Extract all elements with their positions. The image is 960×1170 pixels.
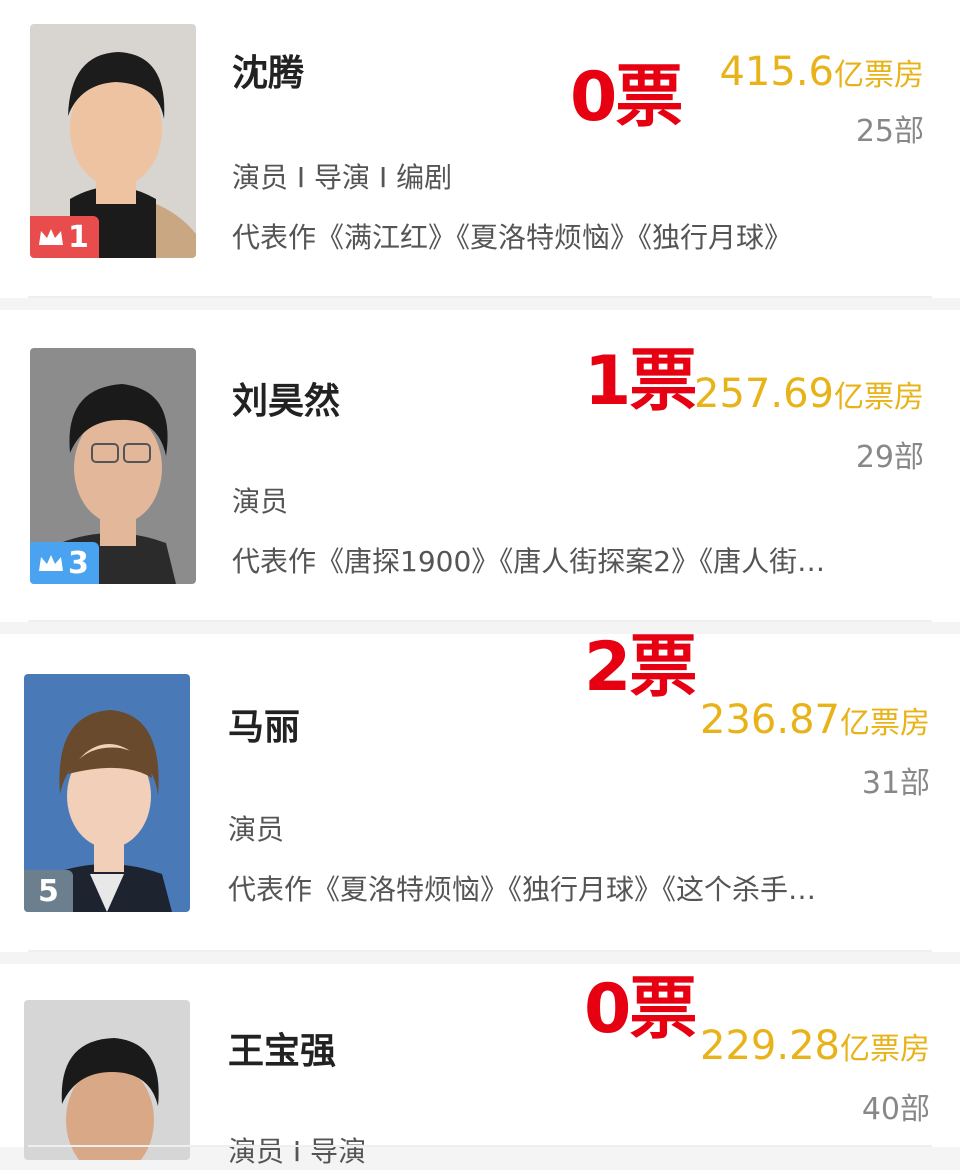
rank-number: 3	[68, 545, 89, 581]
film-count: 40部	[861, 1092, 930, 1127]
box-office-value: 257.69	[694, 371, 834, 417]
box-office-unit: 亿票房	[834, 380, 924, 415]
rank-number: 5	[38, 873, 59, 909]
vote-count: 1票	[584, 342, 697, 421]
actor-name: 刘昊然	[232, 381, 341, 422]
rank-badge: 3	[30, 542, 99, 584]
actor-photo	[24, 1000, 190, 1160]
crown-icon	[39, 555, 63, 571]
actor-roles: 演员 I 导演	[228, 1135, 367, 1168]
actor-roles: 演员	[228, 813, 285, 846]
actor-roles: 演员	[232, 485, 289, 518]
actor-card[interactable]: 1 沈腾 0票 415.6亿票房 25部 演员 I 导演 I 编剧 代表作《满江…	[0, 0, 960, 298]
vote-count: 0票	[570, 58, 683, 137]
rank-badge: 1	[30, 216, 99, 258]
representative-works: 代表作《夏洛特烦恼》《独行月球》《这个杀手…	[228, 873, 817, 906]
box-office-unit: 亿票房	[840, 1032, 930, 1067]
vote-count: 0票	[584, 970, 697, 1049]
actor-name: 沈腾	[232, 53, 305, 94]
film-count: 29部	[855, 440, 924, 475]
representative-works: 代表作《满江红》《夏洛特烦恼》《独行月球》	[232, 221, 793, 254]
box-office: 415.6亿票房	[719, 52, 924, 92]
box-office: 236.87亿票房	[700, 700, 930, 740]
actor-card[interactable]: 3 刘昊然 1票 257.69亿票房 29部 演员 代表作《唐探1900》《唐人…	[0, 310, 960, 622]
actor-photo: 3	[30, 348, 196, 584]
actor-card[interactable]: 王宝强 0票 229.28亿票房 40部 演员 I 导演	[0, 964, 960, 1168]
rank-badge: 5	[24, 870, 73, 912]
rank-number: 1	[68, 219, 89, 255]
crown-icon	[39, 229, 63, 245]
film-count: 25部	[855, 114, 924, 149]
box-office-value: 236.87	[700, 697, 840, 743]
box-office-value: 415.6	[719, 49, 834, 95]
actor-photo: 5	[24, 674, 190, 912]
actor-photo: 1	[30, 24, 196, 258]
box-office-unit: 亿票房	[840, 706, 930, 741]
box-office-unit: 亿票房	[834, 58, 924, 93]
representative-works: 代表作《唐探1900》《唐人街探案2》《唐人街…	[232, 545, 826, 578]
box-office-value: 229.28	[700, 1023, 840, 1069]
actor-name: 马丽	[228, 707, 301, 748]
box-office: 229.28亿票房	[700, 1026, 930, 1066]
actor-name: 王宝强	[228, 1031, 337, 1072]
vote-count: 2票	[584, 628, 697, 707]
film-count: 31部	[861, 766, 930, 801]
actor-roles: 演员 I 导演 I 编剧	[232, 161, 453, 194]
actor-card[interactable]: 5 马丽 2票 236.87亿票房 31部 演员 代表作《夏洛特烦恼》《独行月球…	[0, 634, 960, 952]
box-office: 257.69亿票房	[694, 374, 924, 414]
